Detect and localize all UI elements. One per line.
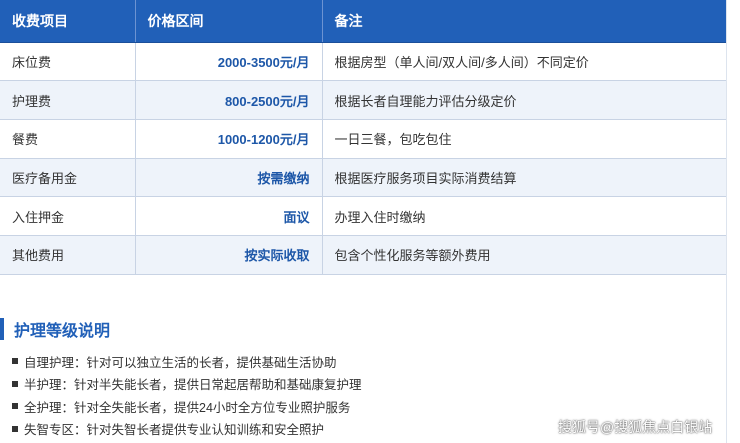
list-item: 半护理：针对半失能长者，提供日常起居帮助和基础康复护理 (12, 373, 362, 396)
list-item-text: 全护理：针对全失能长者，提供24小时全方位专业照护服务 (24, 400, 351, 415)
square-bullet-icon (12, 403, 18, 410)
list-item-text: 自理护理：针对可以独立生活的长者，提供基础生活协助 (24, 355, 337, 370)
cell-item: 餐费 (0, 119, 136, 159)
table-row: 医疗备用金 按需缴纳 根据医疗服务项目实际消费结算 (0, 158, 726, 198)
header-item: 收费项目 (0, 0, 136, 43)
heading-accent-bar (0, 318, 4, 340)
cell-price: 2000-3500元/月 (135, 42, 323, 82)
cell-note: 根据医疗服务项目实际消费结算 (322, 158, 726, 198)
cell-item: 床位费 (0, 42, 136, 82)
table-row: 餐费 1000-1200元/月 一日三餐，包吃包住 (0, 119, 726, 159)
cell-price: 1000-1200元/月 (135, 119, 323, 159)
fee-table: 收费项目 价格区间 备注 床位费 2000-3500元/月 根据房型（单人间/双… (0, 0, 726, 275)
cell-item: 护理费 (0, 80, 136, 120)
table-row: 其他费用 按实际收取 包含个性化服务等额外费用 (0, 235, 726, 275)
table-header-row: 收费项目 价格区间 备注 (0, 0, 726, 43)
cell-note: 包含个性化服务等额外费用 (322, 235, 726, 275)
square-bullet-icon (12, 425, 18, 432)
list-item: 失智专区：针对失智长者提供专业认知训练和安全照护 (12, 418, 362, 441)
cell-item: 其他费用 (0, 235, 136, 275)
cell-note: 根据长者自理能力评估分级定价 (322, 80, 726, 120)
square-bullet-icon (12, 358, 18, 365)
header-price: 价格区间 (135, 0, 323, 43)
table-row: 床位费 2000-3500元/月 根据房型（单人间/双人间/多人间）不同定价 (0, 42, 726, 82)
cell-price: 按需缴纳 (135, 158, 323, 198)
cell-price: 面议 (135, 196, 323, 236)
list-item-text: 半护理：针对半失能长者，提供日常起居帮助和基础康复护理 (24, 378, 362, 393)
table-row: 入住押金 面议 办理入住时缴纳 (0, 196, 726, 236)
list-item: 全护理：针对全失能长者，提供24小时全方位专业照护服务 (12, 395, 362, 418)
header-note: 备注 (322, 0, 726, 43)
section-title: 护理等级说明 (14, 323, 111, 340)
cell-note: 一日三餐，包吃包住 (322, 119, 726, 159)
cell-note: 根据房型（单人间/双人间/多人间）不同定价 (322, 42, 726, 82)
cell-price: 按实际收取 (135, 235, 323, 275)
care-level-list: 自理护理：针对可以独立生活的长者，提供基础生活协助 半护理：针对半失能长者，提供… (12, 350, 362, 440)
cell-note: 办理入住时缴纳 (322, 196, 726, 236)
square-bullet-icon (12, 380, 18, 387)
section-heading: 护理等级说明 (0, 316, 110, 342)
list-item: 自理护理：针对可以独立生活的长者，提供基础生活协助 (12, 350, 362, 373)
cell-price: 800-2500元/月 (135, 80, 323, 120)
cell-item: 入住押金 (0, 196, 136, 236)
watermark: 搜狐号@搜狐焦点白银站 (558, 419, 713, 435)
cell-item: 医疗备用金 (0, 158, 136, 198)
list-item-text: 失智专区：针对失智长者提供专业认知训练和安全照护 (24, 423, 325, 438)
table-row: 护理费 800-2500元/月 根据长者自理能力评估分级定价 (0, 80, 726, 120)
page-edge (726, 0, 740, 443)
